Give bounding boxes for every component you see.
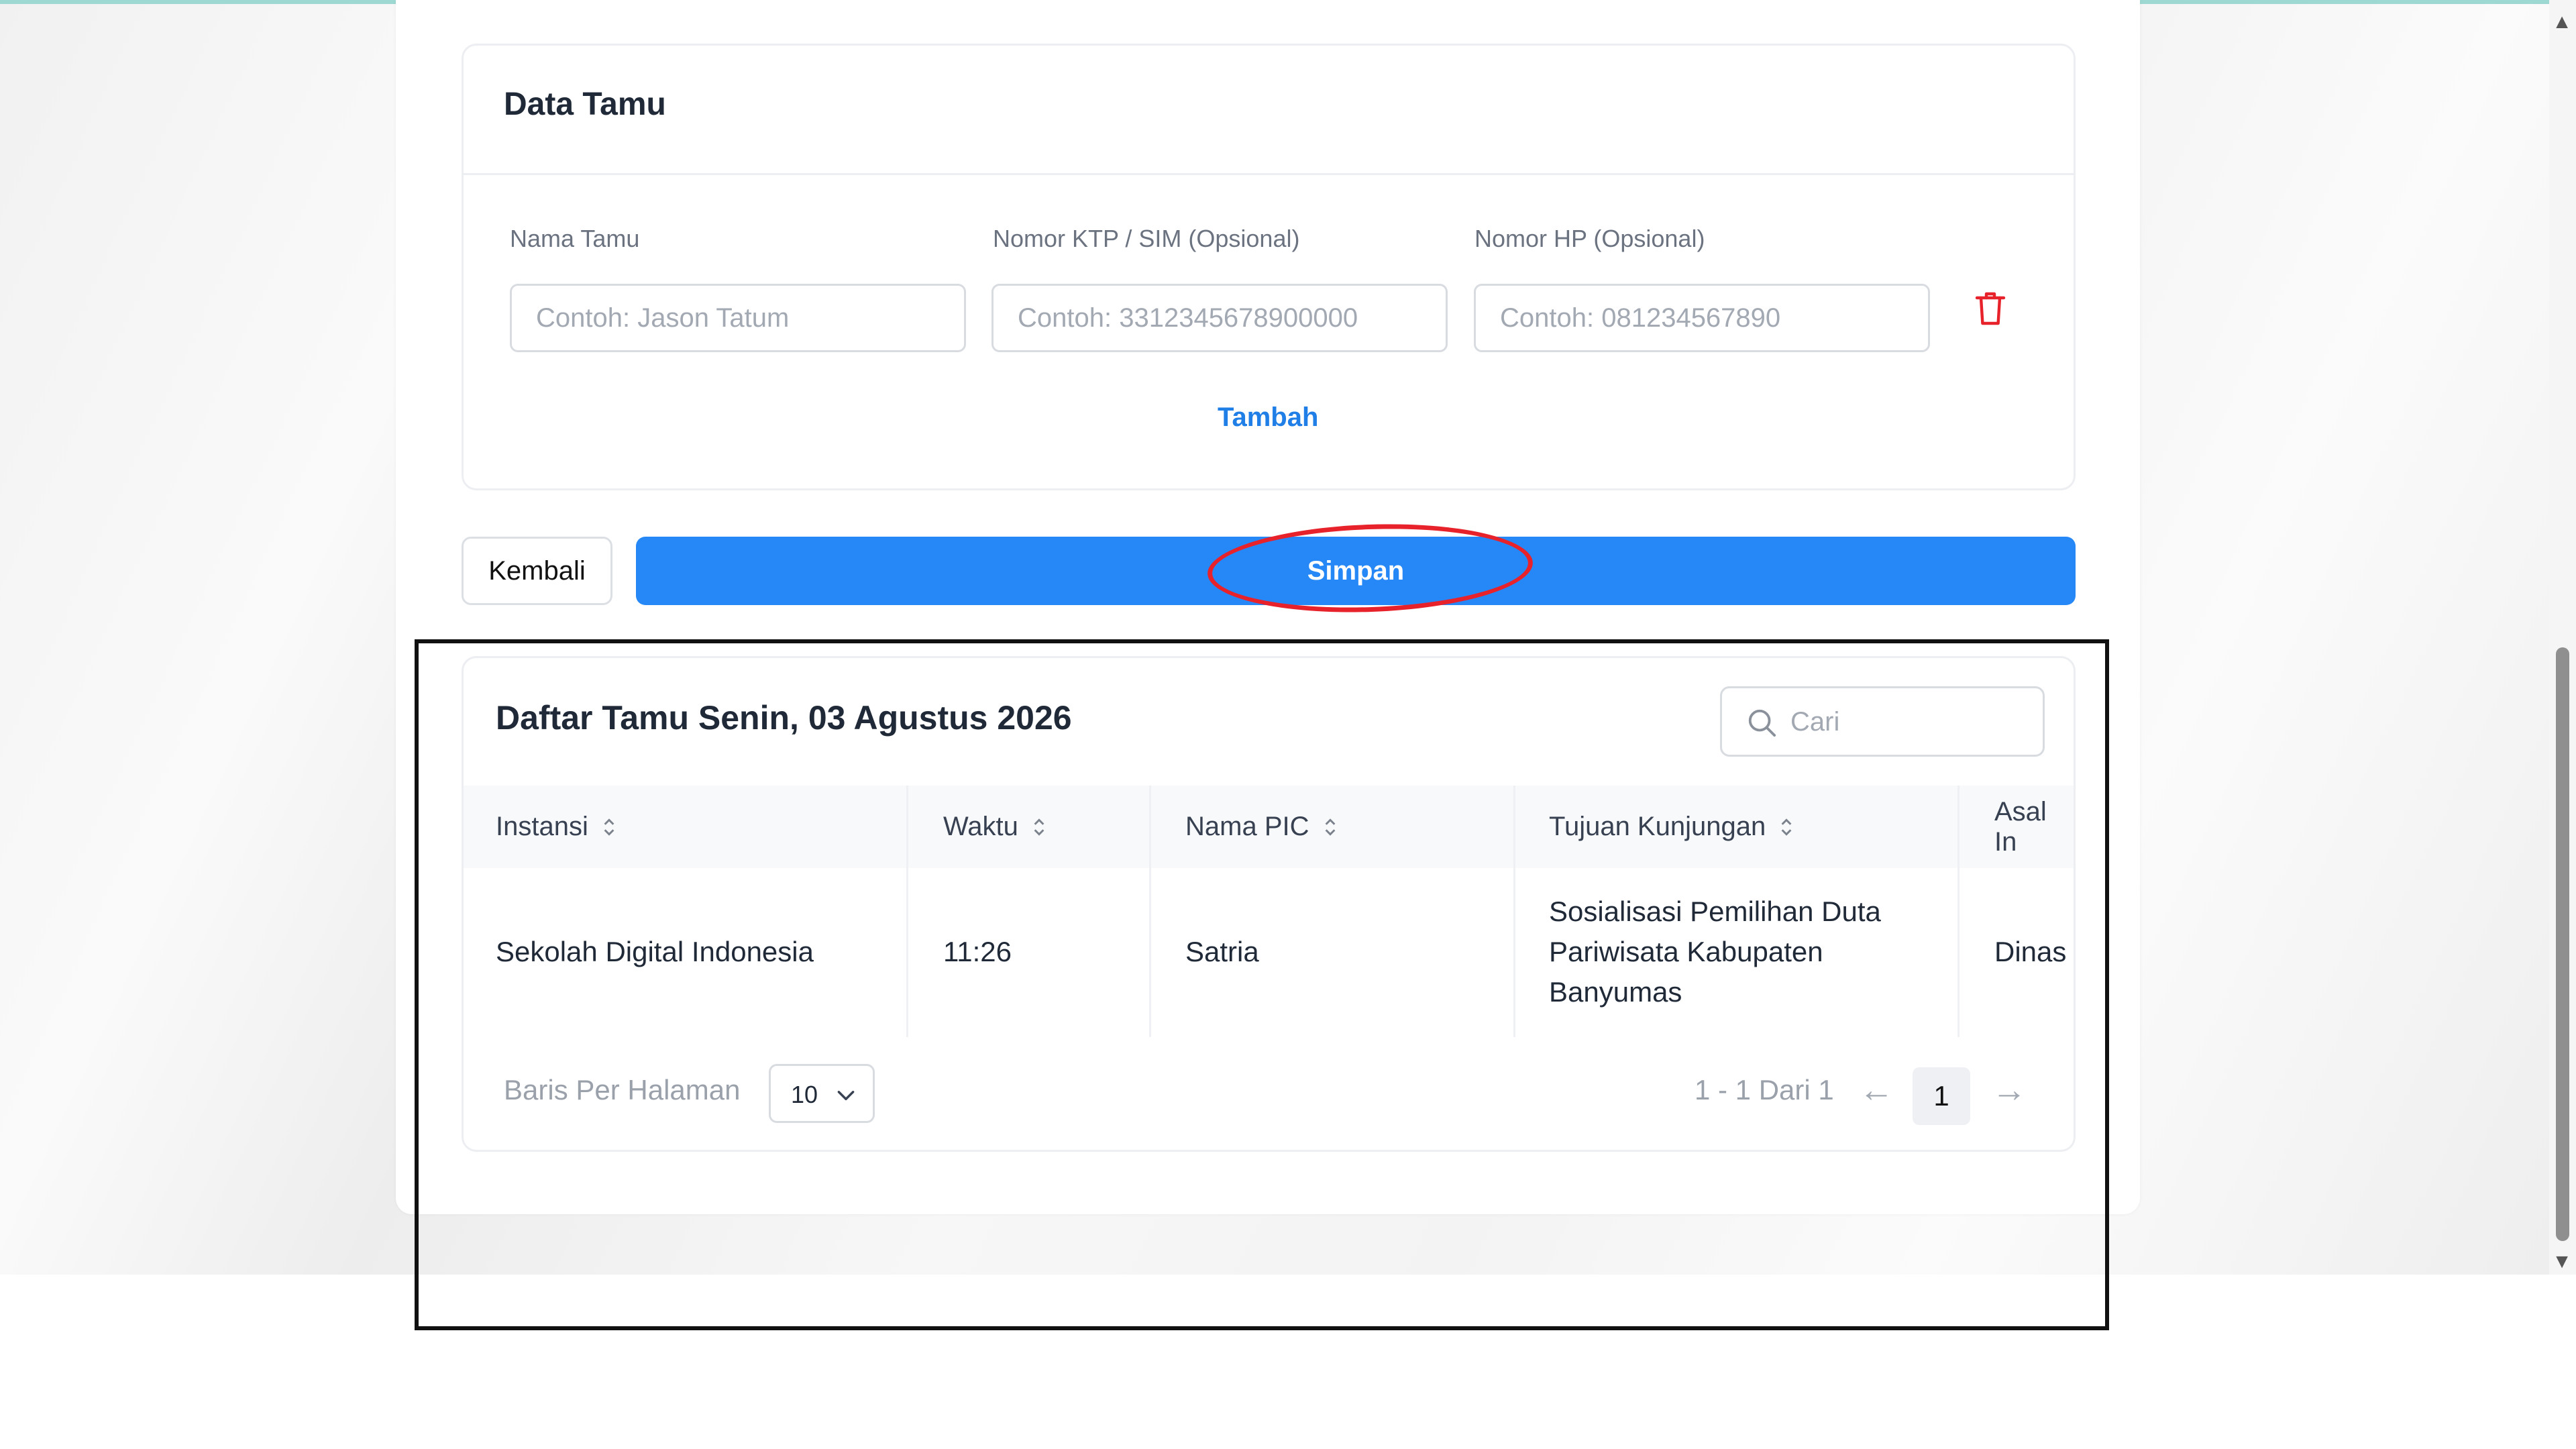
column-header-label: Tujuan Kunjungan — [1549, 812, 1766, 841]
scroll-up-arrow-icon[interactable]: ▲ — [2552, 12, 2572, 32]
chevron-down-icon — [837, 1091, 855, 1101]
cell-tujuan-kunjungan: Sosialisasi Pemilihan Duta Pariwisata Ka… — [1549, 892, 1881, 1012]
rows-per-page-select[interactable]: 10 — [769, 1064, 875, 1123]
guest-name-input[interactable] — [510, 284, 966, 352]
guest-card-header: Data Tamu — [464, 46, 2074, 175]
scrollbar-thumb[interactable] — [2556, 647, 2569, 1241]
vertical-scrollbar[interactable]: ▲ ▼ — [2549, 0, 2576, 1275]
search-box[interactable] — [1720, 686, 2045, 757]
column-divider — [1513, 786, 1515, 1037]
sort-icon[interactable] — [1779, 816, 1794, 839]
column-header-instansi[interactable]: Instansi — [496, 786, 616, 868]
guest-name-label: Nama Tamu — [510, 225, 640, 252]
table-header: Instansi Waktu Nama PIC Tujuan Kunjungan… — [464, 786, 2074, 868]
column-header-label: Nama PIC — [1185, 812, 1309, 841]
id-number-label: Nomor KTP / SIM (Opsional) — [993, 225, 1300, 252]
page-number-button[interactable]: 1 — [1913, 1067, 1970, 1125]
column-header-nama-pic[interactable]: Nama PIC — [1185, 786, 1338, 868]
id-number-input[interactable] — [991, 284, 1448, 352]
column-header-tujuan-kunjungan[interactable]: Tujuan Kunjungan — [1549, 786, 1794, 868]
save-button[interactable]: Simpan — [636, 537, 2076, 605]
add-guest-link[interactable]: Tambah — [1218, 402, 1318, 433]
cell-tujuan-line: Sosialisasi Pemilihan Duta — [1549, 896, 1881, 927]
column-header-label: Asal In — [1994, 796, 2047, 857]
trash-icon[interactable] — [1974, 290, 2006, 327]
cell-tujuan-line: Pariwisata Kabupaten — [1549, 936, 1823, 967]
column-divider — [906, 786, 908, 1037]
column-header-label: Instansi — [496, 812, 588, 841]
phone-number-label: Nomor HP (Opsional) — [1474, 225, 1705, 252]
column-divider — [1149, 786, 1151, 1037]
cell-nama-pic: Satria — [1185, 936, 1259, 967]
cell-tujuan-line: Banyumas — [1549, 976, 1682, 1008]
column-header-asal[interactable]: Asal In — [1994, 786, 2074, 868]
sort-icon[interactable] — [1323, 816, 1338, 839]
cell-waktu: 11:26 — [943, 936, 1012, 967]
column-divider — [1957, 786, 1960, 1037]
search-icon — [1748, 709, 1776, 737]
cell-instansi: Sekolah Digital Indonesia — [496, 936, 814, 967]
search-input[interactable] — [1789, 688, 2033, 756]
sort-icon[interactable] — [1032, 816, 1046, 839]
rows-per-page-value: 10 — [791, 1081, 818, 1108]
rows-per-page-label: Baris Per Halaman — [504, 1074, 741, 1106]
guest-list-title: Daftar Tamu Senin, 03 Agustus 2026 — [496, 699, 1072, 737]
next-page-arrow-icon[interactable]: → — [1992, 1070, 2027, 1110]
guest-list-card: Daftar Tamu Senin, 03 Agustus 2026 Insta… — [462, 656, 2076, 1152]
phone-number-input[interactable] — [1474, 284, 1930, 352]
page-background-lower — [0, 1275, 2549, 1449]
pagination-range: 1 - 1 Dari 1 — [1695, 1074, 1834, 1106]
guest-card-title: Data Tamu — [504, 87, 666, 122]
scroll-down-arrow-icon[interactable]: ▼ — [2552, 1252, 2572, 1272]
back-button[interactable]: Kembali — [462, 537, 612, 605]
cell-asal: Dinas — [1994, 936, 2067, 967]
prev-page-arrow-icon[interactable]: ← — [1859, 1070, 1894, 1110]
column-header-label: Waktu — [943, 812, 1018, 841]
sort-icon[interactable] — [602, 816, 616, 839]
column-header-waktu[interactable]: Waktu — [943, 786, 1046, 868]
